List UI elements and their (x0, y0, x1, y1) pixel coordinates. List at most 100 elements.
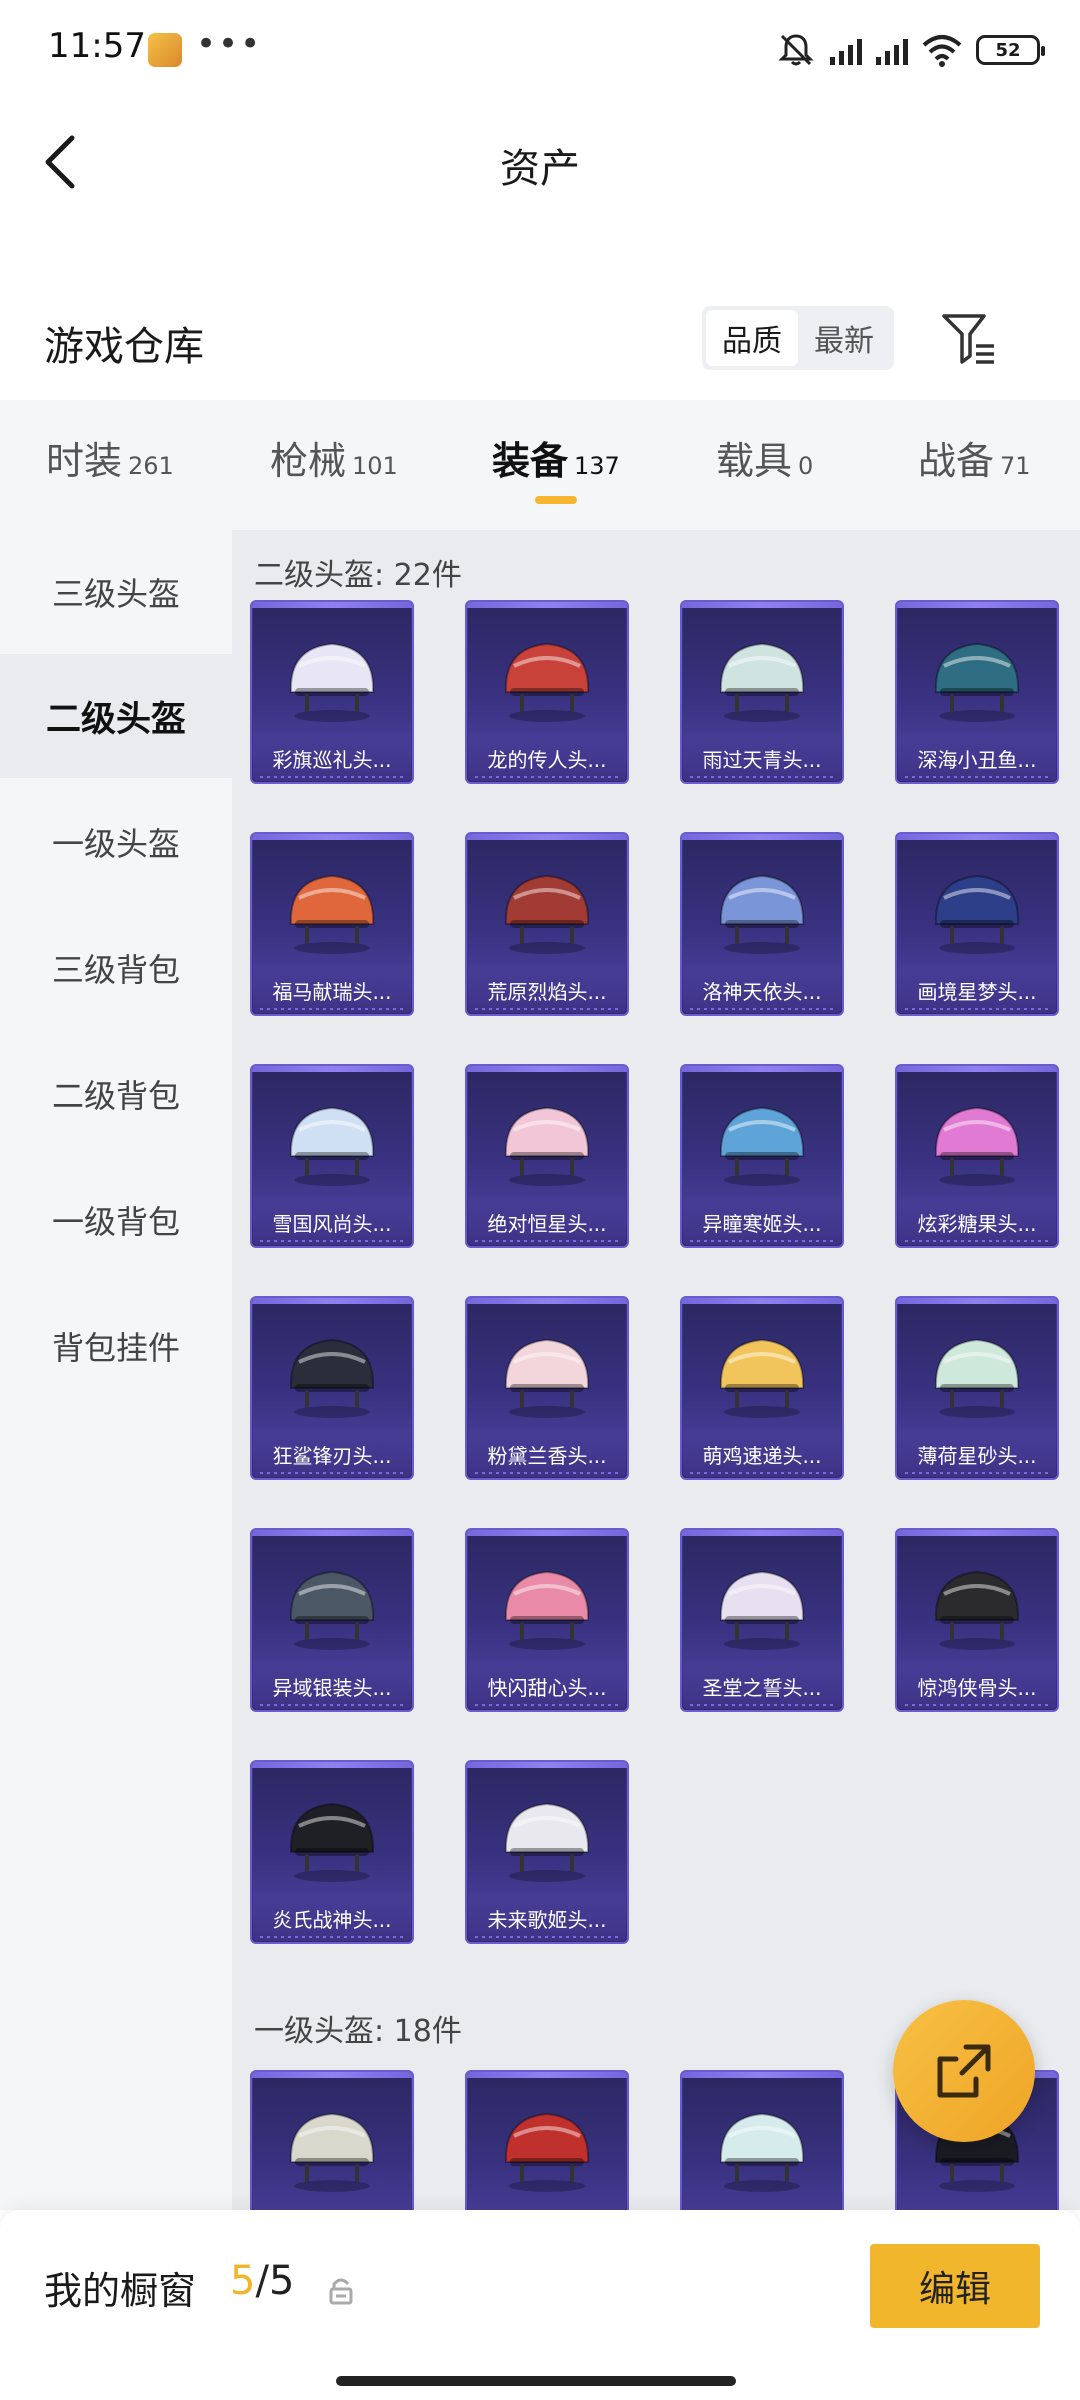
edit-button[interactable]: 编辑 (870, 2244, 1040, 2328)
helmet-icon (682, 616, 842, 736)
card-border-decoration (690, 1472, 834, 1474)
tab-label: 装备 (492, 439, 569, 483)
helmet-card[interactable]: 狂鲨锋刃头... (250, 1296, 414, 1480)
showcase-total: 5 (268, 2258, 295, 2304)
helmet-card[interactable] (465, 2070, 629, 2210)
helmet-icon (252, 848, 412, 968)
helmet-icon (682, 1544, 842, 1664)
helmet-icon (682, 2086, 842, 2206)
filter-icon[interactable] (940, 310, 998, 368)
title-bar: 资产 (0, 100, 1080, 225)
category-tabs: 时装 261 枪械 101 装备 137 载具 0 战备 71 (0, 400, 1080, 530)
helmet-card[interactable]: 雨过天青头... (680, 600, 844, 784)
sidebar-item-level2-helmet[interactable]: 二级头盔 (0, 654, 232, 778)
helmet-icon (252, 1312, 412, 1432)
home-indicator[interactable] (336, 2376, 736, 2386)
helmet-card[interactable]: 未来歌姬头... (465, 1760, 629, 1944)
helmet-card[interactable]: 圣堂之誓头... (680, 1528, 844, 1712)
helmet-card[interactable]: 雪国风尚头... (250, 1064, 414, 1248)
sidebar-item-level2-backpack[interactable]: 二级背包 (0, 1032, 232, 1156)
card-border-decoration (690, 1240, 834, 1242)
card-border-decoration (260, 776, 404, 778)
helmet-card[interactable]: 画境星梦头... (895, 832, 1059, 1016)
helmet-card[interactable]: 惊鸿侠骨头... (895, 1528, 1059, 1712)
status-bar: 11:57 ••• 52 (0, 0, 1080, 100)
helmet-icon (252, 1776, 412, 1896)
tab-firearms[interactable]: 枪械 101 (270, 430, 398, 485)
helmet-icon (467, 1080, 627, 1200)
signal-1-icon (830, 35, 862, 65)
helmet-card[interactable]: 炫彩糖果头... (895, 1064, 1059, 1248)
helmet-card[interactable]: 萌鸡速递头... (680, 1296, 844, 1480)
tab-vehicles[interactable]: 载具 0 (716, 430, 813, 485)
card-border-decoration (260, 1008, 404, 1010)
page-title: 资产 (500, 146, 580, 192)
warehouse-header: 游戏仓库 品质 最新 (0, 290, 1080, 400)
sidebar-item-backpack-charm[interactable]: 背包挂件 (0, 1284, 232, 1408)
section-title-level1: 一级头盔: 18件 (254, 2014, 462, 2049)
helmet-card[interactable]: 荒原烈焰头... (465, 832, 629, 1016)
helmet-card[interactable]: 异域银装头... (250, 1528, 414, 1712)
helmet-icon (467, 1312, 627, 1432)
helmet-card[interactable]: 粉黛兰香头... (465, 1296, 629, 1480)
card-border-decoration (260, 1704, 404, 1706)
tab-label: 枪械 (270, 439, 347, 483)
sidebar-item-level1-helmet[interactable]: 一级头盔 (0, 780, 232, 904)
share-icon (937, 2044, 991, 2098)
helmet-card[interactable]: 快闪甜心头... (465, 1528, 629, 1712)
helmet-card[interactable]: 洛神天依头... (680, 832, 844, 1016)
card-border-decoration (905, 776, 1049, 778)
card-border-decoration (475, 1008, 619, 1010)
sort-quality-button[interactable]: 品质 (706, 310, 798, 366)
tab-count: 261 (128, 452, 174, 480)
helmet-card[interactable]: 绝对恒星头... (465, 1064, 629, 1248)
sidebar-item-level3-backpack[interactable]: 三级背包 (0, 906, 232, 1030)
warehouse-title: 游戏仓库 (44, 324, 204, 370)
card-border-decoration (905, 1704, 1049, 1706)
tab-fashion[interactable]: 时装 261 (46, 430, 174, 485)
helmet-icon (682, 1312, 842, 1432)
sort-toggle: 品质 最新 (702, 306, 894, 370)
card-border-decoration (905, 1240, 1049, 1242)
app-notification-icon (148, 33, 182, 67)
helmet-card[interactable] (250, 2070, 414, 2210)
helmet-card[interactable]: 福马献瑞头... (250, 832, 414, 1016)
helmet-card[interactable] (680, 2070, 844, 2210)
helmet-card[interactable]: 彩旗巡礼头... (250, 600, 414, 784)
card-border-decoration (905, 1472, 1049, 1474)
helmet-card[interactable]: 龙的传人头... (465, 600, 629, 784)
card-border-decoration (260, 1240, 404, 1242)
card-border-decoration (475, 1472, 619, 1474)
showcase-label: 我的橱窗 (44, 2269, 197, 2313)
sidebar: 三级头盔 二级头盔 一级头盔 三级背包 二级背包 一级背包 背包挂件 (0, 530, 232, 2210)
showcase-bar: 我的橱窗 5/5 编辑 (0, 2210, 1080, 2400)
tab-label: 战备 (918, 439, 995, 483)
tab-equipment[interactable]: 装备 137 (492, 430, 620, 485)
card-border-decoration (260, 1472, 404, 1474)
tab-count: 71 (1000, 452, 1031, 480)
helmet-card[interactable]: 薄荷星砂头... (895, 1296, 1059, 1480)
helmet-icon (897, 1312, 1057, 1432)
sort-newest-button[interactable]: 最新 (798, 310, 890, 366)
tab-count: 101 (352, 452, 398, 480)
active-tab-indicator (535, 496, 577, 504)
card-border-decoration (260, 1936, 404, 1938)
helmet-icon (897, 1080, 1057, 1200)
card-border-decoration (690, 1008, 834, 1010)
status-time: 11:57 (48, 26, 146, 66)
helmet-card[interactable]: 深海小丑鱼... (895, 600, 1059, 784)
tab-supplies[interactable]: 战备 71 (918, 430, 1031, 485)
showcase-separator: / (255, 2258, 269, 2304)
tab-count: 137 (574, 452, 620, 480)
helmet-icon (467, 848, 627, 968)
showcase-count: 5/5 (230, 2258, 294, 2304)
helmet-icon (682, 1080, 842, 1200)
helmet-icon (682, 848, 842, 968)
helmet-card[interactable]: 异瞳寒姬头... (680, 1064, 844, 1248)
sidebar-item-level3-helmet[interactable]: 三级头盔 (0, 530, 232, 654)
share-button[interactable] (893, 2000, 1035, 2142)
sidebar-item-level1-backpack[interactable]: 一级背包 (0, 1158, 232, 1282)
helmet-icon (252, 1544, 412, 1664)
helmet-card[interactable]: 炎氏战神头... (250, 1760, 414, 1944)
lock-icon (329, 2278, 353, 2305)
